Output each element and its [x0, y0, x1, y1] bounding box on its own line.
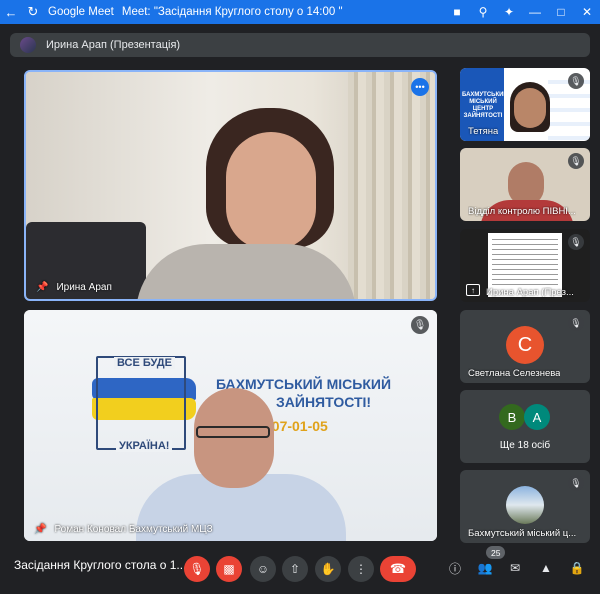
sidebar-tile-control-dept[interactable]: 🎙 Відділ контролю ПІВНІ...	[460, 148, 590, 221]
hangup-icon: ☎	[389, 561, 407, 576]
participant-name: Тетяна	[468, 126, 499, 137]
mic-off-icon: 🎙	[568, 234, 584, 250]
mic-off-icon: 🎙	[411, 316, 429, 334]
present-icon: ⇧	[289, 562, 301, 576]
minimize-icon[interactable]: —	[522, 0, 548, 24]
more-options-icon: ⋮	[355, 562, 367, 576]
mic-off-icon: 🎙	[568, 475, 584, 491]
chat-icon: ✉	[509, 561, 521, 575]
info-icon: ⓘ	[448, 561, 461, 576]
extensions-icon[interactable]: ✦	[496, 0, 522, 24]
banner-text: БАХМУТСЬКИЙ МІСЬКИЙ ЦЕНТР ЗАЙНЯТОСТІ	[462, 92, 508, 119]
participant-name: Відділ контролю ПІВНІ...	[468, 206, 576, 217]
sidebar-tile-presentation[interactable]: 🎙 ↑ Ирина Арап (През...	[460, 229, 590, 302]
app-name: Google Meet	[48, 6, 114, 18]
avatar	[20, 37, 36, 53]
tile-more-options-button[interactable]: •••	[411, 78, 429, 96]
window-title: Google Meet Meet: "Засідання Круглого сто…	[48, 6, 343, 18]
avatar: А	[524, 404, 550, 430]
host-controls-button[interactable]: 🔒	[566, 557, 588, 579]
background-title-2: ЗАЙНЯТОСТІ!	[276, 394, 372, 410]
more-options-button[interactable]: ⋮	[348, 556, 374, 582]
emoji-button[interactable]: ☺	[250, 556, 276, 582]
people-button[interactable]: 👥	[474, 557, 496, 579]
sidebar-tile-svetlana[interactable]: С 🎙 Светлана Селезнева	[460, 310, 590, 383]
tile-name-label: 📌 Ирина Арап	[36, 282, 112, 293]
more-people-label: Ще 18 осіб	[499, 440, 551, 451]
avatar: В	[499, 404, 525, 430]
video-curtain	[348, 72, 435, 299]
camera-icon[interactable]: ■	[444, 0, 470, 24]
presentation-banner[interactable]: Ирина Арап (Презентація)	[10, 33, 590, 57]
camera-toggle-button[interactable]: ▩	[216, 556, 242, 582]
chat-button[interactable]: ✉	[504, 557, 526, 579]
people-icon: 👥	[477, 561, 493, 575]
present-button[interactable]: ⇧	[282, 556, 308, 582]
back-arrow-icon[interactable]: ←	[0, 0, 22, 24]
mic-toggle-button[interactable]: 🎙	[184, 556, 210, 582]
pin-icon[interactable]: 📌	[34, 524, 46, 535]
participant-video-glasses	[196, 426, 270, 438]
participant-name: Светлана Селезнева	[468, 368, 561, 379]
close-icon[interactable]: ✕	[574, 0, 600, 24]
participant-name: Роман Коновал Бахмутський МЦЗ	[54, 524, 213, 535]
mic-off-icon: 🎙	[189, 562, 205, 576]
presenter-label: Ирина Арап (Презентація)	[46, 39, 181, 51]
participant-video-face	[514, 88, 546, 128]
emoji-icon: ☺	[256, 562, 270, 576]
document-lines	[492, 239, 558, 289]
pin-icon[interactable]: 📌	[36, 282, 48, 293]
meeting-window-title: Meet: "Засідання Круглого столу о 14:00 …	[121, 6, 343, 18]
mic-off-icon: 🎙	[568, 315, 584, 331]
avatar: С	[506, 326, 544, 364]
present-icon: ↑	[466, 284, 480, 296]
raise-hand-button[interactable]: ✋	[315, 556, 341, 582]
sidebar-tile-tetiana[interactable]: БАХМУТСЬКИЙ МІСЬКИЙ ЦЕНТР ЗАЙНЯТОСТІ 🎙 Т…	[460, 68, 590, 141]
activities-icon: ▲	[540, 561, 552, 575]
mic-off-icon: 🎙	[568, 73, 584, 89]
video-tile-second[interactable]: ВСЕ БУДЕ УКРАЇНА! БАХМУТСЬКИЙ МІСЬКИЙ ЗА…	[24, 310, 437, 541]
sidebar-tile-bakhmut-center[interactable]: 🎙 Бахмутський міський ц...	[460, 470, 590, 543]
logo-frame	[96, 356, 186, 450]
participant-name: Ирина Арап	[56, 282, 112, 293]
avatar	[506, 486, 544, 524]
browser-titlebar: ← ↻ Google Meet Meet: "Засідання Круглого…	[0, 0, 600, 24]
logo-bottom-text: УКРАЇНА!	[116, 440, 173, 452]
tile-name-label: 📌 Роман Коновал Бахмутський МЦЗ	[34, 524, 213, 535]
participant-name: Бахмутський міський ц...	[468, 528, 577, 539]
participant-video-face	[226, 132, 316, 250]
host-controls-icon: 🔒	[569, 561, 585, 575]
participant-name: Ирина Арап (През...	[486, 287, 574, 298]
maximize-icon[interactable]: □	[548, 0, 574, 24]
logo-top-text: ВСЕ БУДЕ	[114, 357, 175, 369]
zoom-icon[interactable]: ⚲	[470, 0, 496, 24]
video-tile-main[interactable]: ••• 📌 Ирина Арап	[24, 70, 437, 301]
activities-button[interactable]: ▲	[535, 557, 557, 579]
sidebar-tile-more-people[interactable]: В А Ще 18 осіб	[460, 390, 590, 463]
mic-off-icon: 🎙	[568, 153, 584, 169]
camera-off-icon: ▩	[223, 562, 235, 576]
reload-icon[interactable]: ↻	[22, 0, 44, 24]
meeting-title: Засідання Круглого стола о 1...	[14, 558, 187, 572]
raise-hand-icon: ✋	[320, 562, 336, 576]
participant-video-face	[194, 388, 274, 488]
hangup-button[interactable]: ☎	[380, 556, 416, 582]
info-button[interactable]: ⓘ	[444, 557, 466, 579]
